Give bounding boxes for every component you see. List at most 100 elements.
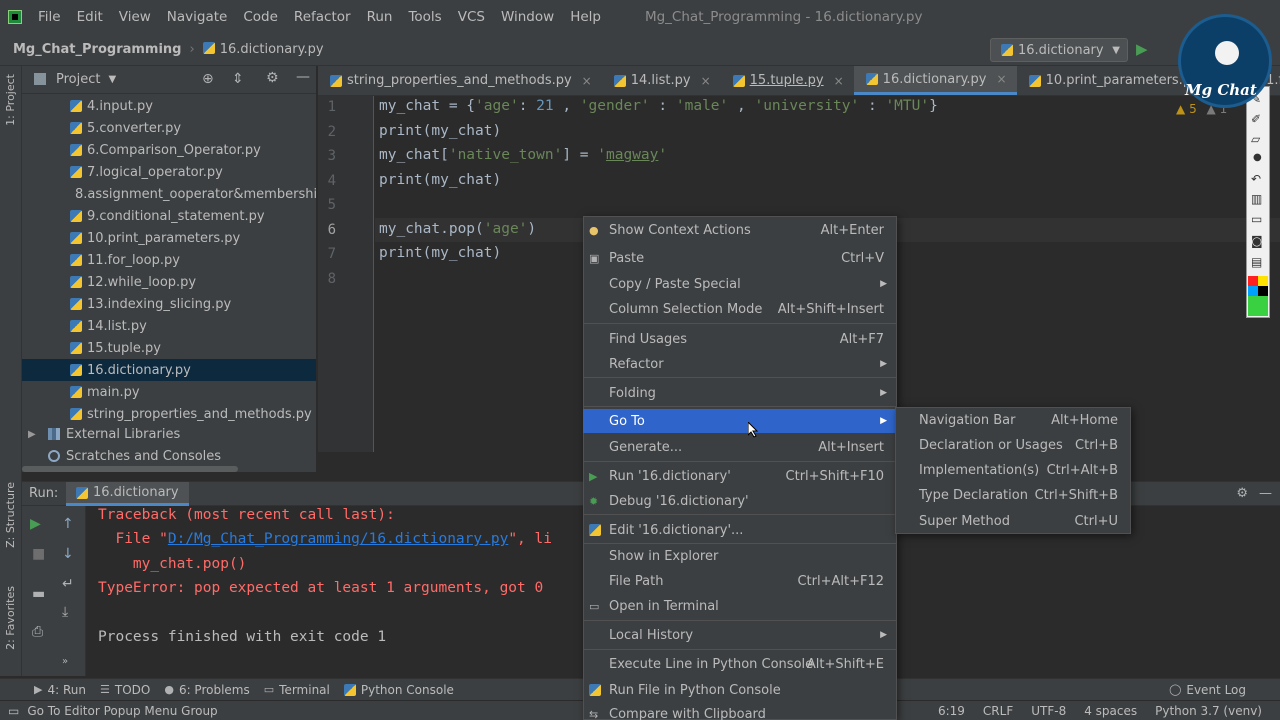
run-tab[interactable]: 16.dictionary — [66, 482, 189, 506]
menu-code[interactable]: Code — [235, 0, 286, 34]
line-separator[interactable]: CRLF — [983, 704, 1013, 718]
tree-item-file[interactable]: 11.for_loop.py — [22, 249, 316, 271]
tree-item-file[interactable]: 5.converter.py — [22, 117, 316, 139]
stop-icon[interactable]: ■ — [32, 546, 45, 562]
chevron-down-icon[interactable]: ▼ — [108, 74, 116, 85]
arrow-up-icon[interactable]: ↑ — [62, 516, 74, 532]
tree-item-file[interactable]: 7.logical_operator.py — [22, 161, 316, 183]
tool-terminal[interactable]: ▭ Terminal — [264, 683, 330, 697]
tree-item-external-libraries[interactable]: ▶ External Libraries — [22, 423, 316, 445]
menu-paste[interactable]: ▣ Paste Ctrl+V — [583, 246, 897, 270]
more-icon[interactable]: » — [62, 656, 68, 667]
menu-edit[interactable]: Edit — [69, 0, 111, 34]
soft-wrap-icon[interactable]: ↵ — [62, 576, 74, 592]
tool-problems[interactable]: ● 6: Problems — [164, 683, 249, 697]
tree-item-file[interactable]: 9.conditional_statement.py — [22, 205, 316, 227]
tab-list[interactable]: 14.list.py × — [602, 66, 721, 95]
highlighter-icon[interactable]: ✐ — [1251, 112, 1261, 126]
menu-execute-line[interactable]: Execute Line in Python Console Alt+Shift+… — [583, 652, 897, 676]
menu-copy-paste-special[interactable]: Copy / Paste Special ▶ — [583, 272, 897, 296]
menu-refactor[interactable]: Refactor ▶ — [583, 352, 897, 376]
submenu-declaration-usages[interactable]: Declaration or Usages Ctrl+B — [895, 433, 1131, 458]
tree-item-scratches[interactable]: Scratches and Consoles — [22, 445, 316, 467]
submenu-super-method[interactable]: Super Method Ctrl+U — [895, 509, 1131, 534]
menu-run-in-console[interactable]: Run File in Python Console — [583, 678, 897, 702]
layout-icon[interactable]: ▬ — [32, 586, 45, 602]
camera-icon[interactable]: ◙ — [1251, 234, 1263, 248]
hide-icon[interactable]: — — [296, 69, 310, 85]
menu-window[interactable]: Window — [493, 0, 562, 34]
gear-icon[interactable]: ⚙ — [1236, 486, 1248, 501]
breadcrumb-file[interactable]: 16.dictionary.py — [202, 42, 324, 57]
dot-icon[interactable]: ● — [1253, 152, 1262, 163]
close-icon[interactable]: × — [701, 74, 711, 88]
tool-python-console[interactable]: Python Console — [343, 683, 454, 697]
tool-event-log[interactable]: ◯ Event Log — [1169, 683, 1246, 697]
menu-column-selection-mode[interactable]: Column Selection Mode Alt+Shift+Insert — [583, 297, 897, 321]
close-icon[interactable]: × — [582, 74, 592, 88]
menu-run-file[interactable]: ▶ Run '16.dictionary' Ctrl+Shift+F10 — [583, 464, 897, 488]
menu-file[interactable]: File — [30, 0, 69, 34]
eraser-icon[interactable]: ▱ — [1251, 132, 1260, 146]
stripe-structure[interactable]: Z: Structure — [4, 482, 17, 548]
gear-icon[interactable]: ⚙ — [266, 70, 279, 86]
hide-icon[interactable]: — — [1259, 486, 1272, 501]
status-toggle-icon[interactable]: ▭ — [8, 704, 19, 718]
close-icon[interactable]: × — [834, 74, 844, 88]
undo-icon[interactable]: ↶ — [1251, 172, 1261, 186]
color-swatch-green[interactable] — [1248, 296, 1268, 316]
print-icon[interactable]: ⎙ — [32, 624, 43, 640]
file-link[interactable]: D:/Mg_Chat_Programming/16.dictionary.py — [168, 531, 508, 547]
tab-tuple[interactable]: 15.tuple.py × — [721, 66, 854, 95]
file-encoding[interactable]: UTF-8 — [1031, 704, 1066, 718]
tree-item-file-selected[interactable]: 16.dictionary.py — [22, 359, 316, 381]
submenu-implementations[interactable]: Implementation(s) Ctrl+Alt+B — [895, 458, 1131, 483]
menu-refactor[interactable]: Refactor — [286, 0, 359, 34]
locate-icon[interactable]: ⊕ — [202, 71, 214, 87]
chevron-right-icon[interactable]: ▶ — [28, 429, 48, 440]
tab-dictionary-active[interactable]: 16.dictionary.py × — [853, 66, 1017, 95]
menu-edit-config[interactable]: Edit '16.dictionary'... — [583, 518, 897, 542]
submenu-navigation-bar[interactable]: Navigation Bar Alt+Home — [895, 408, 1131, 433]
tree-item-file[interactable]: string_properties_and_methods.py — [22, 403, 316, 425]
trash-icon[interactable]: ▥ — [1251, 192, 1262, 206]
menu-file-path[interactable]: File Path Ctrl+Alt+F12 — [583, 569, 897, 593]
breadcrumb-project[interactable]: Mg_Chat_Programming — [13, 42, 182, 57]
tree-item-file[interactable]: 6.Comparison_Operator.py — [22, 139, 316, 161]
menu-find-usages[interactable]: Find Usages Alt+F7 — [583, 327, 897, 351]
tree-item-file[interactable]: 10.print_parameters.py — [22, 227, 316, 249]
menu-run[interactable]: Run — [359, 0, 401, 34]
menu-navigate[interactable]: Navigate — [159, 0, 236, 34]
python-interpreter[interactable]: Python 3.7 (venv) — [1155, 704, 1262, 718]
color-swatch-red[interactable] — [1248, 276, 1258, 286]
tree-item-file[interactable]: main.py — [22, 381, 316, 403]
stripe-project[interactable]: 1: Project — [4, 74, 17, 126]
menu-open-in-terminal[interactable]: ▭ Open in Terminal — [583, 594, 897, 618]
color-swatch-black[interactable] — [1258, 286, 1268, 296]
menu-go-to[interactable]: Go To ▶ — [583, 409, 897, 433]
menu-tools[interactable]: Tools — [400, 0, 449, 34]
screen-icon[interactable]: ▭ — [1251, 212, 1262, 226]
menu-compare-clipboard[interactable]: ⇆ Compare with Clipboard — [583, 702, 897, 720]
menu-show-in-explorer[interactable]: Show in Explorer — [583, 544, 897, 568]
tree-item-file[interactable]: 13.indexing_slicing.py — [22, 293, 316, 315]
tree-item-file[interactable]: 14.list.py — [22, 315, 316, 337]
color-swatch-blue[interactable] — [1248, 286, 1258, 296]
tool-todo[interactable]: ☰ TODO — [100, 683, 150, 697]
run-configuration-select[interactable]: 16.dictionary ▼ — [990, 38, 1128, 62]
color-swatch-yellow[interactable] — [1258, 276, 1268, 286]
menu-generate[interactable]: Generate... Alt+Insert — [583, 435, 897, 459]
caret-position[interactable]: 6:19 — [938, 704, 965, 718]
menu-help[interactable]: Help — [562, 0, 609, 34]
project-panel-title[interactable]: Project — [56, 72, 100, 87]
tree-item-file[interactable]: 12.while_loop.py — [22, 271, 316, 293]
horizontal-scrollbar[interactable] — [22, 466, 238, 472]
tab-string-properties[interactable]: string_properties_and_methods.py × — [318, 66, 602, 95]
menu-show-context-actions[interactable]: ● Show Context Actions Alt+Enter — [583, 218, 897, 242]
indent-setting[interactable]: 4 spaces — [1084, 704, 1137, 718]
menu-view[interactable]: View — [111, 0, 159, 34]
menu-folding[interactable]: Folding ▶ — [583, 381, 897, 405]
close-icon[interactable]: × — [997, 72, 1007, 86]
menu-local-history[interactable]: Local History ▶ — [583, 623, 897, 647]
run-button[interactable]: ▶ — [1136, 40, 1148, 58]
